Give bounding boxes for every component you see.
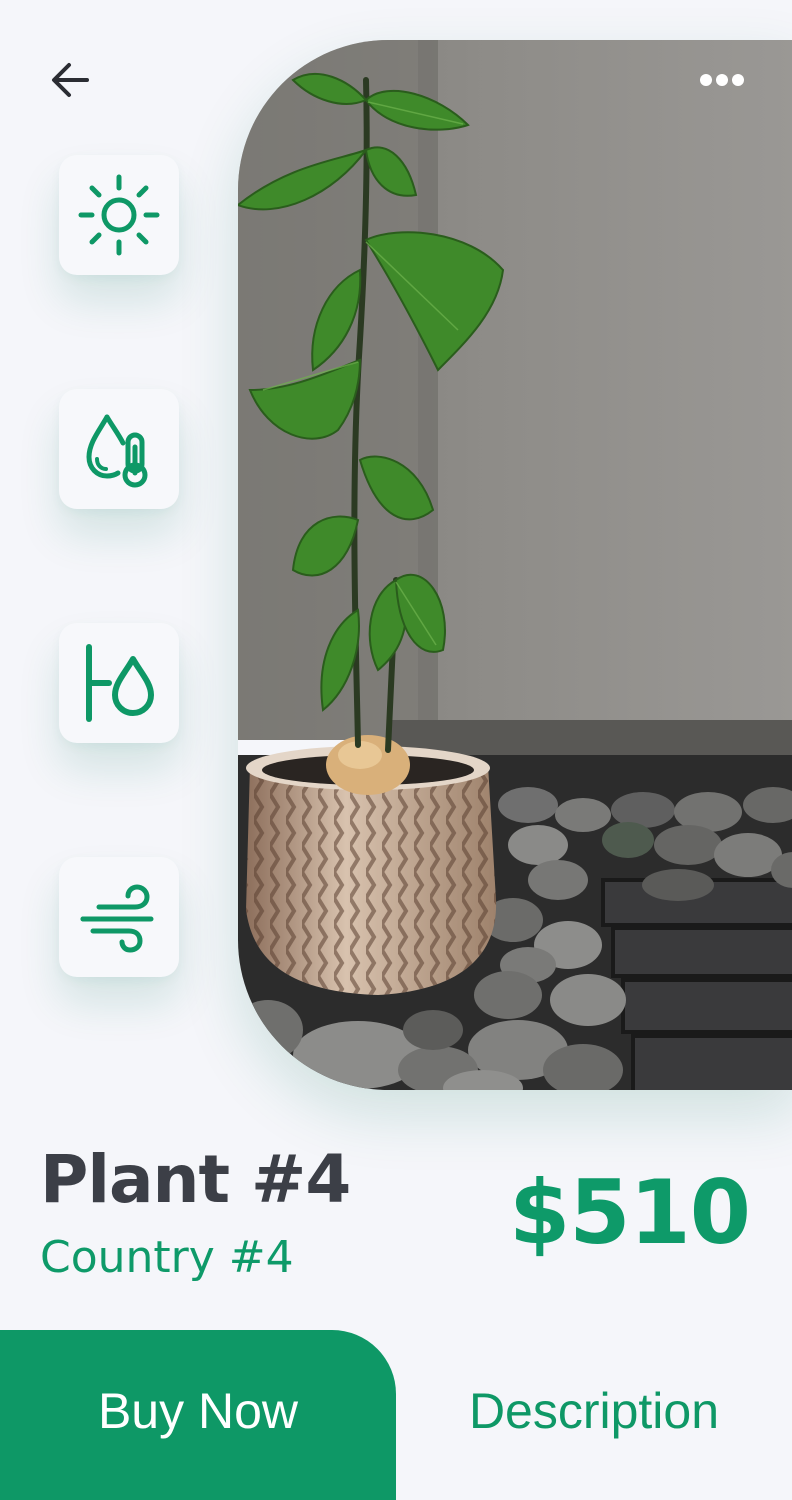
wind-card[interactable] [59, 857, 179, 977]
plant-name: Plant #4 [40, 1141, 351, 1218]
plant-detail-screen: Plant #4 Country #4 $510 Buy Now Descrip… [0, 0, 792, 1500]
description-button[interactable]: Description [396, 1330, 792, 1500]
arrow-left-icon [52, 63, 89, 97]
humidity-temperature-icon [86, 414, 148, 488]
plant-country: Country #4 [40, 1232, 294, 1283]
sunlight-card[interactable] [59, 155, 179, 275]
plant-price: $510 [509, 1161, 751, 1264]
sun-icon [78, 174, 160, 256]
water-level-icon [86, 644, 154, 722]
back-button[interactable] [40, 52, 100, 108]
more-options-button[interactable] [690, 58, 754, 102]
humidity-card[interactable] [59, 389, 179, 509]
plant-photo [238, 40, 792, 1090]
wind-icon [80, 884, 154, 953]
water-card[interactable] [59, 623, 179, 743]
more-horizontal-icon [700, 74, 744, 86]
buy-now-button[interactable]: Buy Now [0, 1330, 396, 1500]
